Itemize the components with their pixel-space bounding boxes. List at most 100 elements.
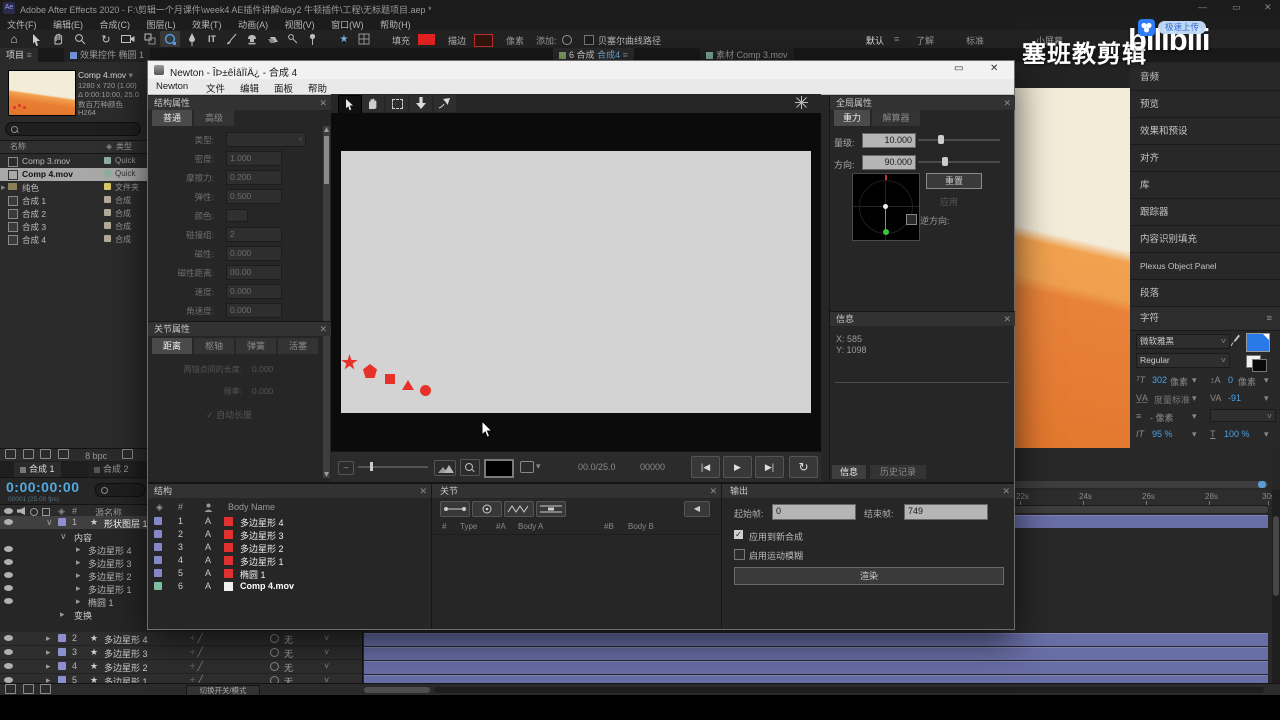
gravity-direction-field[interactable]: 90.000 — [862, 155, 916, 170]
panel-paragraph[interactable]: 段落 — [1130, 280, 1280, 307]
twirl-icon[interactable]: ▸ — [60, 609, 65, 620]
label-chip[interactable] — [154, 569, 162, 577]
panel-character-header[interactable]: 字符 ≡ — [1130, 307, 1280, 331]
leading-value[interactable]: 0 — [1228, 375, 1233, 385]
stroke-swatch[interactable] — [474, 34, 493, 47]
switches[interactable]: ÷ ╱ — [190, 661, 203, 672]
timeline-hscroll-thumb[interactable] — [364, 687, 430, 693]
triangle-body[interactable] — [402, 380, 414, 390]
launch-tool-button[interactable] — [434, 95, 456, 112]
eye-icon[interactable] — [4, 649, 13, 655]
tab-gravity[interactable]: 重力 — [834, 110, 870, 126]
fill-swatch[interactable] — [418, 34, 435, 45]
shape-tool-icon[interactable] — [160, 31, 180, 47]
body-color-swatch[interactable] — [224, 569, 233, 578]
label-chip[interactable] — [154, 517, 162, 525]
chevron-down-icon[interactable]: ▾ — [1192, 411, 1197, 422]
newton-menu[interactable]: Newton — [156, 81, 188, 92]
eyedropper-icon[interactable] — [1230, 334, 1241, 347]
pan-behind-tool-icon[interactable] — [140, 31, 160, 47]
audio-column-icon[interactable] — [17, 507, 25, 515]
grid-icon[interactable] — [354, 31, 374, 47]
close-icon[interactable]: ✕ — [709, 484, 717, 498]
rotate-tool-icon[interactable]: ↻ — [96, 31, 116, 47]
tab-spring[interactable]: 弹簧 — [236, 338, 276, 354]
chevron-down-icon[interactable]: ▾ — [1264, 429, 1269, 440]
collision-group-field[interactable]: 2 — [226, 227, 282, 242]
pickwhip-icon[interactable] — [270, 662, 279, 671]
project-columns-header[interactable]: 名称 ◈ 类型 — [0, 140, 147, 154]
magnitude-slider-track[interactable] — [918, 139, 1000, 141]
tab-effect-controls[interactable]: 效果控件 椭圆 1 — [64, 48, 151, 62]
stroke-style-select[interactable]: ˅ — [1210, 409, 1276, 422]
label-chip[interactable] — [58, 648, 66, 656]
eye-icon[interactable] — [4, 663, 13, 669]
project-item-name[interactable]: Comp 4.mov ▾ — [78, 70, 133, 81]
newton-titlebar[interactable]: Newton - ÎÞ±êÌâÏîÄ¿ - 合成 4 ▭ ✕ — [148, 61, 1014, 79]
panel-header[interactable]: 关节 ✕ — [432, 484, 721, 498]
newton-close-button[interactable]: ✕ — [990, 63, 998, 74]
panel-tracker[interactable]: 跟踪器 — [1130, 199, 1280, 226]
angular-velocity-field[interactable]: 0.000 — [226, 303, 282, 318]
trash-icon[interactable] — [57, 449, 69, 459]
tab-distance[interactable]: 距离 — [152, 338, 192, 354]
layer-bar[interactable] — [364, 661, 1268, 674]
spring-joint-button[interactable] — [504, 501, 534, 517]
frequency-field[interactable]: 0.000 — [252, 386, 273, 396]
column-name[interactable]: 名称 — [10, 141, 26, 153]
eye-column-icon[interactable] — [4, 508, 13, 514]
workspace-star-icon[interactable]: ★ — [334, 31, 354, 47]
font-family-select[interactable]: 微软雅黑 ˅ — [1136, 334, 1230, 349]
zoom-tool-icon[interactable] — [70, 31, 90, 47]
render-button[interactable]: 渲染 — [734, 567, 1004, 585]
stroke-label[interactable]: 描边 — [448, 34, 466, 47]
body-color-swatch[interactable] — [224, 530, 233, 539]
horizontal-scale-value[interactable]: 100 % — [1224, 429, 1250, 439]
twirl-icon[interactable]: ∨ — [60, 531, 67, 542]
layer-row[interactable]: ▸ 4 ★ 多边星形 2 ÷ ╱ 无 ˅ — [0, 660, 362, 674]
switches[interactable]: ÷ ╱ — [190, 633, 203, 644]
eye-icon[interactable] — [4, 635, 13, 641]
minimize-button[interactable]: — — [1198, 2, 1207, 12]
font-size-value[interactable]: 302 — [1152, 375, 1167, 385]
zoom-fit-button[interactable] — [434, 460, 456, 476]
twirl-icon[interactable]: ▸ — [76, 557, 81, 568]
zoom-slider-track[interactable] — [358, 466, 428, 468]
chevron-down-icon[interactable]: ▾ — [1264, 393, 1269, 404]
bezier-checkbox[interactable] — [584, 35, 594, 45]
color-swatch[interactable] — [226, 209, 248, 222]
tab-history[interactable]: 历史记录 — [870, 465, 926, 479]
twirl-icon[interactable]: ▸ — [46, 661, 51, 672]
pickwhip-icon[interactable] — [270, 634, 279, 643]
vertical-scale-value[interactable]: 95 % — [1152, 429, 1173, 439]
body-color-swatch[interactable] — [224, 543, 233, 552]
magnet-distance-field[interactable]: 00.00 — [226, 265, 282, 280]
layer-name[interactable]: 形状图层 1 — [104, 517, 148, 530]
apply-to-new-comp-checkbox[interactable]: ✓ — [734, 530, 743, 539]
piston-joint-button[interactable] — [536, 501, 566, 517]
label-chip[interactable] — [58, 518, 66, 526]
delete-joint-button[interactable]: ◀ — [684, 501, 710, 517]
mesh-toggle-button[interactable] — [795, 96, 811, 111]
label-chip[interactable] — [104, 157, 111, 164]
start-frame-field[interactable]: 0 — [772, 504, 856, 520]
eye-icon[interactable] — [4, 546, 13, 552]
brush-tool-icon[interactable] — [222, 31, 242, 47]
close-icon[interactable]: ✕ — [1003, 312, 1011, 326]
label-chip[interactable] — [104, 170, 111, 177]
layer-name[interactable]: 多边星形 4 — [104, 633, 148, 646]
solo-column-icon[interactable] — [30, 508, 38, 516]
project-row[interactable]: 合成 3 合成 — [0, 220, 147, 233]
body-row[interactable]: 1 A 多边星形 4 — [148, 515, 431, 528]
chevron-down-icon[interactable]: ▾ — [1192, 429, 1197, 440]
panel-header[interactable]: 信息 ✕ — [830, 312, 1015, 326]
newton-menu-edit[interactable]: 编辑 — [240, 81, 259, 95]
panel-header[interactable]: 输出 ✕ — [722, 484, 1014, 498]
label-chip[interactable] — [104, 183, 111, 190]
star-body[interactable] — [341, 354, 358, 370]
font-style-select[interactable]: Regular ˅ — [1136, 353, 1230, 368]
layer-row[interactable]: ▸ 3 ★ 多边星形 3 ÷ ╱ 无 ˅ — [0, 646, 362, 660]
direction-slider-thumb[interactable] — [942, 157, 948, 166]
panel-libraries[interactable]: 库 — [1130, 172, 1280, 199]
twirl-icon[interactable]: ▸ — [76, 596, 81, 607]
